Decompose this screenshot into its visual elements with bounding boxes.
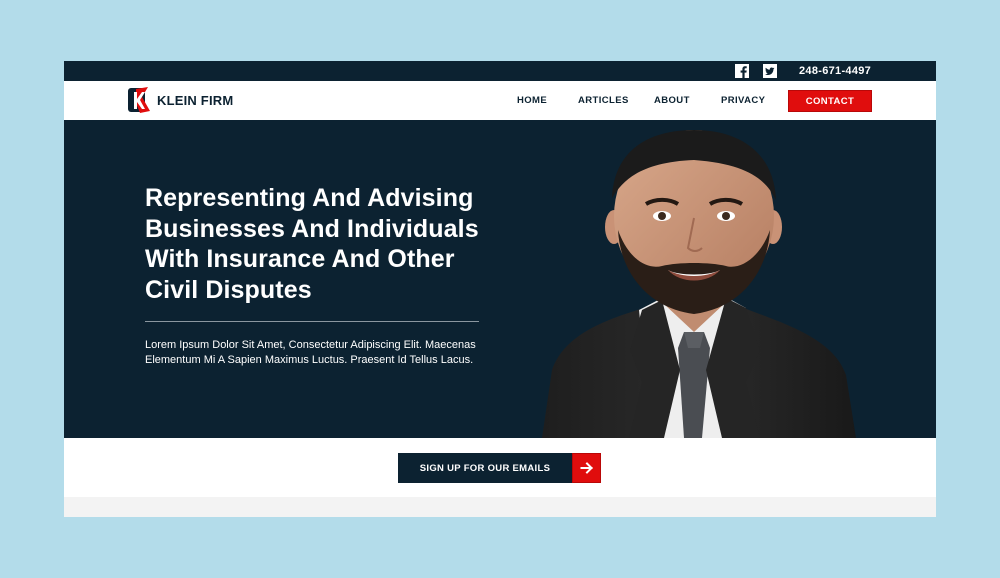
nav-home-link[interactable]: HOME — [517, 95, 547, 106]
hero-description: Lorem Ipsum Dolor Sit Amet, Consectetur … — [145, 339, 476, 366]
hero-divider — [145, 321, 479, 322]
facebook-icon[interactable] — [735, 64, 749, 78]
hero-title: Representing And Advising Businesses And… — [145, 184, 479, 304]
main-navigation: KLEIN FIRM HOME ARTICLES ABOUT PRIVACY C… — [64, 81, 936, 120]
website-frame: 248-671-4497 KLEIN FIRM HOME ARTICLES AB… — [64, 61, 936, 517]
signup-button[interactable]: SIGN UP FOR OUR EMAILS — [398, 453, 572, 483]
hero-section: Representing And Advising Businesses And… — [64, 120, 936, 438]
attorney-portrait — [542, 130, 856, 438]
signup-section: SIGN UP FOR OUR EMAILS — [64, 438, 936, 497]
nav-about-link[interactable]: ABOUT — [654, 95, 690, 106]
brand-name[interactable]: KLEIN FIRM — [157, 93, 233, 108]
footer-strip — [64, 497, 936, 517]
klein-firm-logo-icon[interactable] — [126, 85, 152, 115]
nav-articles-link[interactable]: ARTICLES — [578, 95, 629, 106]
top-bar: 248-671-4497 — [64, 61, 936, 81]
contact-button[interactable]: CONTACT — [788, 90, 872, 112]
phone-number[interactable]: 248-671-4497 — [799, 64, 871, 78]
nav-privacy-link[interactable]: PRIVACY — [721, 95, 765, 106]
twitter-icon[interactable] — [763, 64, 777, 78]
arrow-right-icon[interactable] — [572, 453, 601, 483]
